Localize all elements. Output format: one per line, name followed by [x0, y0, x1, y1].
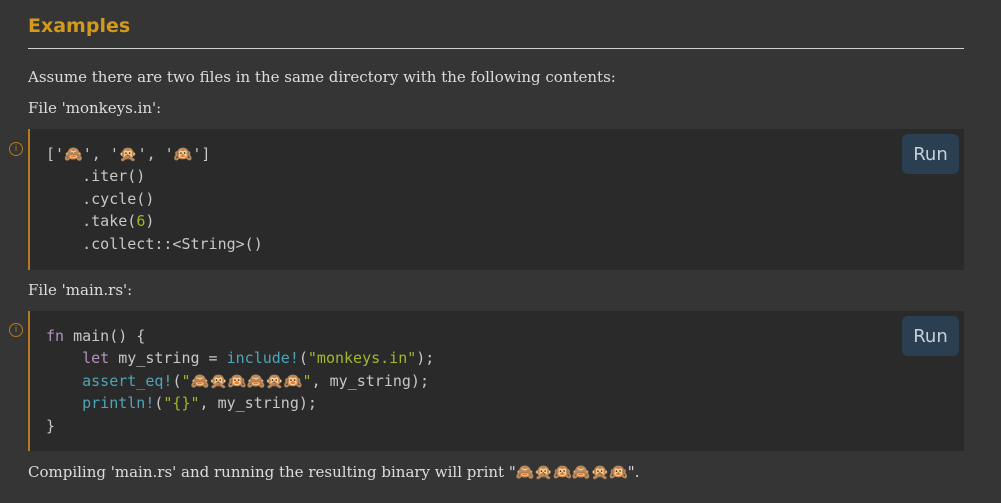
code-text: my_string =: [109, 349, 227, 368]
code-text: ']: [192, 145, 211, 163]
file1-label: File 'monkeys.in':: [28, 99, 162, 117]
file2-label: File 'main.rs':: [28, 281, 133, 299]
code-text: .cycle(): [46, 189, 155, 208]
code-text: ', ': [137, 145, 174, 163]
code-string: "{}": [163, 394, 200, 413]
code-macro: include!: [226, 349, 299, 368]
hear-no-evil-emoji: 🙉: [173, 145, 193, 163]
info-icon[interactable]: i: [9, 323, 23, 337]
code-number: 6: [136, 212, 146, 231]
code-keyword: let: [82, 349, 110, 368]
monkey-emoji-string: 🙈🙊🙉🙈🙊🙉: [515, 463, 628, 481]
speak-no-evil-emoji: 🙊: [118, 145, 138, 163]
code-text: (: [298, 349, 308, 368]
code-text: main() {: [64, 327, 146, 345]
outro-suffix: ".: [627, 463, 640, 481]
code-text: }: [46, 416, 56, 435]
outro-prefix: Compiling 'main.rs' and running the resu…: [28, 463, 516, 481]
code-text: .collect::<String>(): [46, 234, 263, 253]
code-text: [': [46, 145, 65, 163]
code-block-monkeys: ['🙈', '🙊', '🙉'] .iter() .cycle() .take(6…: [28, 129, 964, 270]
run-button[interactable]: Run: [902, 134, 959, 174]
examples-heading: Examples: [28, 12, 964, 49]
code-main-rs: fn main() { let my_string = include!("mo…: [46, 325, 434, 437]
code-macro: println!: [82, 394, 155, 413]
intro-text: Assume there are two files in the same d…: [28, 68, 616, 86]
code-block-main-rs: fn main() { let my_string = include!("mo…: [28, 311, 964, 451]
code-text: , my_string);: [311, 371, 429, 390]
code-keyword: fn: [46, 327, 65, 345]
code-macro: assert_eq!: [82, 371, 173, 390]
outro-text: Compiling 'main.rs' and running the resu…: [28, 461, 639, 483]
run-button[interactable]: Run: [902, 316, 959, 356]
code-string: "monkeys.in": [307, 349, 417, 368]
code-text: .iter(): [46, 167, 146, 186]
see-no-evil-emoji: 🙈: [64, 145, 83, 163]
code-text: );: [416, 349, 435, 368]
info-icon[interactable]: i: [9, 142, 23, 156]
code-monkeys-in: ['🙈', '🙊', '🙉'] .iter() .cycle() .take(6…: [46, 143, 263, 255]
code-text: .take(: [46, 212, 137, 231]
code-text: ', ': [82, 145, 119, 163]
code-text: , my_string);: [199, 394, 317, 413]
code-text: ): [145, 212, 155, 231]
code-string: "🙈🙊🙉🙈🙊🙉": [181, 371, 312, 390]
